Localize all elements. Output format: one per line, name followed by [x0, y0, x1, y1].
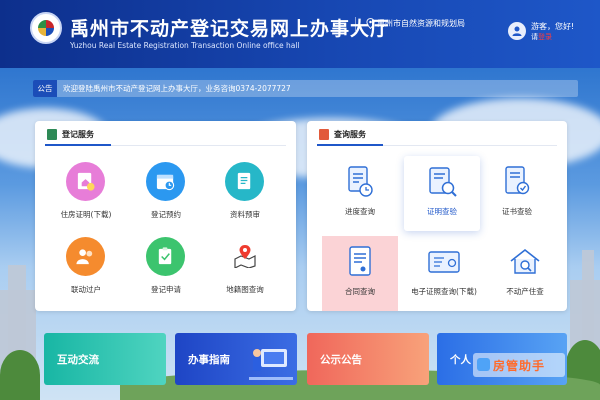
visitor-greeting: 游客，您好!: [531, 22, 575, 31]
house-search-icon: [510, 248, 540, 274]
top-header: 禹州市不动产登记交易网上办事大厅 Yuzhou Real Estate Regi…: [0, 0, 600, 68]
service-housing-certificate[interactable]: 住房证明(下载): [46, 162, 126, 232]
service-label: 住房证明(下载): [60, 210, 112, 219]
notice-text[interactable]: 欢迎登陆禹州市不动产登记网上办事大厅，业务咨询0374-2077727: [63, 83, 291, 94]
progress-doc-icon: [348, 166, 373, 197]
guide-illustration-icon: [249, 349, 293, 380]
card-title: 互动交流: [57, 354, 99, 366]
application-form-icon: [146, 237, 185, 276]
people-transfer-icon: [66, 237, 105, 276]
notice-bar: 公告 欢迎登陆禹州市不动产登记网上办事大厅，业务咨询0374-2077727: [33, 80, 578, 97]
e-certificate-icon: [428, 251, 460, 273]
query-label: 证明查验: [427, 207, 457, 216]
query-label: 进度查询: [345, 207, 375, 216]
site-logo[interactable]: [30, 12, 62, 44]
notice-badge: 公告: [33, 80, 57, 97]
service-appointment[interactable]: 登记预约: [126, 162, 206, 232]
house-certificate-icon: [66, 162, 105, 201]
login-link[interactable]: 登录: [538, 33, 552, 41]
query-label: 电子证照查询(下载): [411, 287, 477, 296]
header-divider: [355, 17, 356, 31]
query-label: 不动产住查: [506, 287, 544, 296]
calendar-icon: [146, 162, 185, 201]
service-linked-transfer[interactable]: 联动过户: [46, 237, 126, 307]
query-certificate-check[interactable]: 证明查验: [404, 156, 480, 231]
query-e-certificate[interactable]: 电子证照查询(下载): [397, 236, 491, 311]
map-pin-icon: [225, 237, 264, 276]
app-icon: [477, 358, 490, 371]
query-house-search[interactable]: 不动产住查: [487, 236, 563, 311]
card-guide[interactable]: 办事指南: [175, 333, 297, 385]
watermark: 房管助手: [473, 353, 565, 377]
service-label: 登记申请: [151, 285, 181, 294]
query-label: 证书查验: [502, 207, 532, 216]
query-panel-title: 查询服务: [334, 130, 366, 139]
service-document-review[interactable]: 资料预审: [205, 162, 285, 232]
login-prompt: 请登录: [531, 32, 552, 42]
service-label: 资料预审: [230, 210, 260, 219]
service-label: 联动过户: [71, 285, 101, 294]
query-services-panel: 查询服务 进度查询 证明查验 证书查验 合同查询 电子证照查询(下载) 不动产住…: [307, 121, 567, 311]
certificate-verify-icon: [505, 166, 530, 195]
document-review-icon: [225, 162, 264, 201]
service-label: 地籍图查询: [226, 285, 264, 294]
department-name: 禹州市自然资源和规划局: [377, 19, 465, 28]
query-certificate-verify[interactable]: 证书查验: [479, 156, 555, 231]
card-announcement[interactable]: 公示公告: [307, 333, 429, 385]
site-title: 禹州市不动产登记交易网上办事大厅: [70, 18, 391, 40]
flag-icon: [319, 129, 329, 140]
location-pin-icon: [366, 18, 375, 29]
query-contract[interactable]: 合同查询: [322, 236, 398, 311]
service-registration-application[interactable]: 登记申请: [126, 237, 206, 307]
registration-services-panel: 登记服务 住房证明(下载) 登记预约 资料预审 联动过户 登记申请 地籍图查询: [35, 121, 296, 311]
card-interaction[interactable]: 互动交流: [44, 333, 166, 385]
login-prefix: 请: [531, 33, 538, 41]
flag-icon: [47, 129, 57, 140]
watermark-text: 房管助手: [493, 359, 546, 373]
query-label: 合同查询: [345, 287, 375, 296]
contract-icon: [349, 246, 371, 276]
user-avatar-icon[interactable]: [508, 22, 526, 40]
service-label: 登记预约: [151, 210, 181, 219]
query-progress[interactable]: 进度查询: [322, 156, 398, 231]
service-cadastral-map[interactable]: 地籍图查询: [205, 237, 285, 307]
card-title: 公示公告: [320, 354, 362, 366]
card-title: 办事指南: [188, 354, 230, 366]
site-subtitle: Yuzhou Real Estate Registration Transact…: [70, 41, 300, 50]
certificate-search-icon: [429, 167, 457, 197]
registration-panel-title: 登记服务: [62, 130, 94, 139]
card-title: 个人: [450, 354, 471, 366]
